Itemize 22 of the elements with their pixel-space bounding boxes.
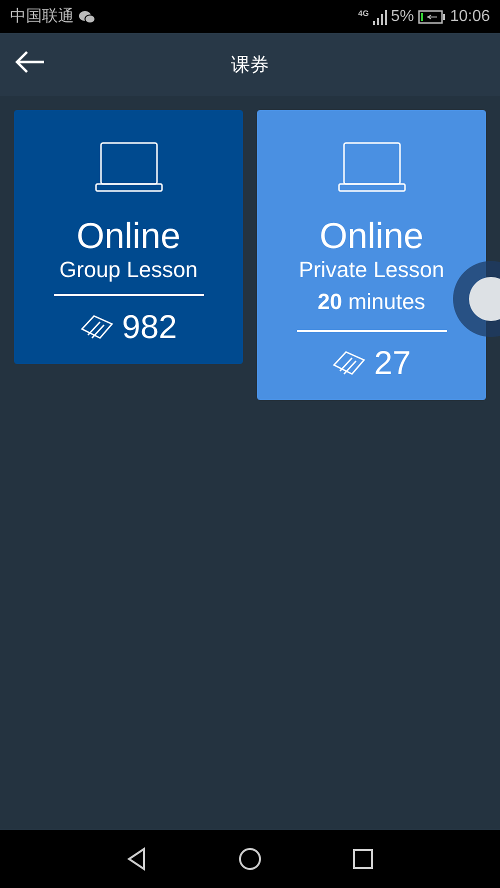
- clock: 10:06: [450, 8, 490, 26]
- battery-percent: 5%: [390, 8, 414, 26]
- home-icon[interactable]: [236, 846, 263, 872]
- laptop-icon: [94, 142, 162, 192]
- signal-icon: [372, 8, 387, 24]
- carrier-name: 中国联通: [10, 6, 74, 27]
- chat-icon: [78, 10, 96, 24]
- laptop-icon: [338, 142, 406, 192]
- lesson-type: Online: [319, 216, 424, 256]
- ticket-count: 27: [374, 344, 411, 382]
- battery-icon: [418, 10, 446, 24]
- lesson-type: Online: [76, 216, 181, 256]
- tickets-icon: [80, 313, 114, 341]
- lesson-duration: 20 minutes: [318, 288, 426, 316]
- ticket-count: 982: [122, 308, 178, 346]
- network-label: 4G: [358, 9, 369, 18]
- lesson-name: Private Lesson: [298, 256, 444, 284]
- back-arrow-icon[interactable]: [14, 50, 46, 74]
- lesson-card[interactable]: Online Group Lesson 982: [14, 110, 243, 364]
- page-title: 课券: [231, 54, 269, 76]
- lesson-name: Group Lesson: [59, 256, 198, 284]
- tickets-icon: [332, 349, 366, 377]
